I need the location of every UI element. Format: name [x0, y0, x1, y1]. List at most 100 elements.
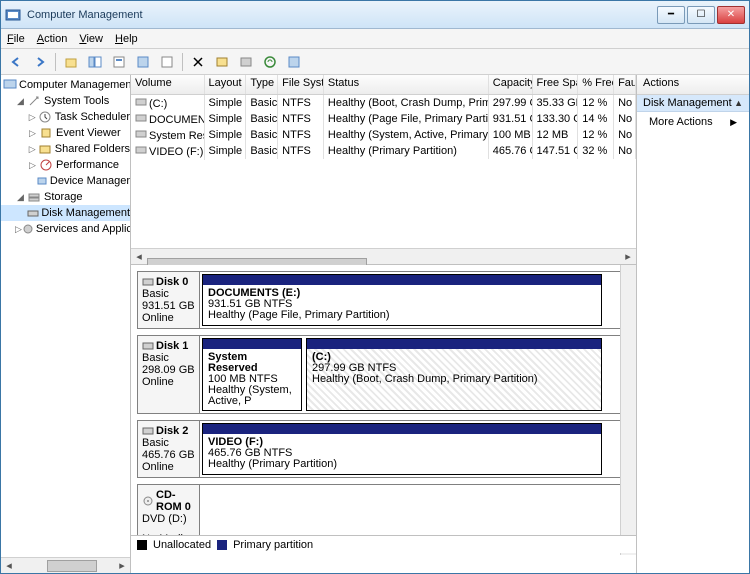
disk-info: Disk 1Basic298.09 GBOnline — [138, 336, 200, 413]
expand-icon[interactable]: ▷ — [15, 224, 22, 235]
tree-device-manager[interactable]: Device Manager — [1, 173, 130, 189]
collapse-icon[interactable]: ◢ — [15, 192, 26, 203]
up-button[interactable] — [60, 51, 82, 73]
tree-root[interactable]: Computer Management (Local — [1, 77, 130, 93]
action4-button[interactable] — [283, 51, 305, 73]
partition[interactable]: VIDEO (F:)465.76 GB NTFSHealthy (Primary… — [202, 423, 602, 475]
tree-services-apps[interactable]: ▷Services and Applications — [1, 221, 130, 237]
partition-bar — [203, 424, 601, 434]
menu-action[interactable]: Action — [37, 33, 68, 45]
legend-primary-swatch — [217, 540, 227, 550]
export-button[interactable] — [156, 51, 178, 73]
volume-row[interactable]: System ReservedSimpleBasicNTFSHealthy (S… — [131, 127, 636, 143]
tree-storage[interactable]: ◢Storage — [1, 189, 130, 205]
col-pctfree[interactable]: % Free — [578, 75, 614, 94]
col-volume[interactable]: Volume — [131, 75, 205, 94]
volume-list: Volume Layout Type File System Status Ca… — [131, 75, 636, 265]
disk-row[interactable]: Disk 2Basic465.76 GBOnlineVIDEO (F:)465.… — [137, 420, 630, 478]
partition[interactable]: System Reserved100 MB NTFSHealthy (Syste… — [202, 338, 302, 411]
tree-system-tools[interactable]: ◢ System Tools — [1, 93, 130, 109]
partition[interactable]: DOCUMENTS (E:)931.51 GB NTFSHealthy (Pag… — [202, 274, 602, 326]
col-filesystem[interactable]: File System — [278, 75, 324, 94]
disk-partitions: VIDEO (F:)465.76 GB NTFSHealthy (Primary… — [200, 421, 629, 477]
col-capacity[interactable]: Capacity — [489, 75, 533, 94]
app-icon — [5, 7, 21, 23]
tools-icon — [26, 94, 42, 108]
disk-icon — [142, 277, 154, 287]
tree-event-viewer[interactable]: ▷Event Viewer — [1, 125, 130, 141]
partition-bar — [307, 339, 601, 349]
disk-legend: Unallocated Primary partition — [131, 535, 636, 553]
col-fault[interactable]: Faul — [614, 75, 636, 94]
menubar: File Action View Help — [1, 29, 749, 49]
legend-unallocated-swatch — [137, 540, 147, 550]
cdrom-icon — [142, 496, 154, 506]
services-icon — [22, 222, 34, 236]
actions-group-disk-management[interactable]: Disk Management ▲ — [637, 95, 749, 112]
col-status[interactable]: Status — [324, 75, 489, 94]
volume-icon — [135, 145, 149, 155]
disk-icon — [142, 426, 154, 436]
tree-task-scheduler[interactable]: ▷Task Scheduler — [1, 109, 130, 125]
expand-icon[interactable]: ▷ — [27, 144, 38, 155]
clock-icon — [38, 110, 53, 124]
folder-icon — [38, 142, 53, 156]
volume-icon — [135, 97, 149, 107]
menu-view[interactable]: View — [79, 33, 103, 45]
volume-row[interactable]: DOCUMENTS (E:)SimpleBasicNTFSHealthy (Pa… — [131, 111, 636, 127]
forward-button[interactable] — [29, 51, 51, 73]
tree-shared-folders[interactable]: ▷Shared Folders — [1, 141, 130, 157]
action2-button[interactable] — [235, 51, 257, 73]
tree-hscroll[interactable]: ◂▸ — [1, 557, 130, 573]
minimize-button[interactable]: ━ — [657, 6, 685, 24]
col-freespace[interactable]: Free Space — [533, 75, 579, 94]
volume-row[interactable]: VIDEO (F:)SimpleBasicNTFSHealthy (Primar… — [131, 143, 636, 159]
disk-icon — [142, 341, 154, 351]
col-layout[interactable]: Layout — [205, 75, 247, 94]
refresh-button[interactable] — [132, 51, 154, 73]
menu-file[interactable]: File — [7, 33, 25, 45]
volume-icon — [135, 129, 149, 139]
disk-info: Disk 0Basic931.51 GBOnline — [138, 272, 200, 328]
content-pane: Volume Layout Type File System Status Ca… — [131, 75, 637, 573]
action1-button[interactable] — [211, 51, 233, 73]
legend-primary-label: Primary partition — [233, 539, 313, 551]
expand-icon[interactable]: ▷ — [27, 112, 38, 123]
expand-icon[interactable]: ▷ — [27, 128, 38, 139]
show-tree-button[interactable] — [84, 51, 106, 73]
delete-button[interactable] — [187, 51, 209, 73]
back-button[interactable] — [5, 51, 27, 73]
volume-icon — [135, 113, 149, 123]
partition-bar — [203, 339, 301, 349]
action3-button[interactable] — [259, 51, 281, 73]
partition[interactable]: (C:)297.99 GB NTFSHealthy (Boot, Crash D… — [306, 338, 602, 411]
close-button[interactable]: ✕ — [717, 6, 745, 24]
tree-performance[interactable]: ▷Performance — [1, 157, 130, 173]
actions-pane: Actions Disk Management ▲ More Actions ▶ — [637, 75, 749, 573]
disk-info: Disk 2Basic465.76 GBOnline — [138, 421, 200, 477]
maximize-button[interactable]: ☐ — [687, 6, 715, 24]
menu-help[interactable]: Help — [115, 33, 138, 45]
volume-row[interactable]: (C:)SimpleBasicNTFSHealthy (Boot, Crash … — [131, 95, 636, 111]
col-type[interactable]: Type — [246, 75, 278, 94]
action-more-actions[interactable]: More Actions ▶ — [637, 112, 749, 132]
titlebar[interactable]: Computer Management ━ ☐ ✕ — [1, 1, 749, 29]
disk-vscroll[interactable] — [620, 265, 636, 555]
toolbar — [1, 49, 749, 75]
disk-graphical-view: Disk 0Basic931.51 GBOnlineDOCUMENTS (E:)… — [131, 265, 636, 573]
tree-disk-management[interactable]: Disk Management — [1, 205, 130, 221]
disk-row[interactable]: Disk 1Basic298.09 GBOnlineSystem Reserve… — [137, 335, 630, 414]
properties-button[interactable] — [108, 51, 130, 73]
expand-icon[interactable]: ▷ — [27, 160, 38, 171]
disk-partitions: System Reserved100 MB NTFSHealthy (Syste… — [200, 336, 629, 413]
collapse-icon[interactable]: ▲ — [734, 98, 743, 108]
disk-row[interactable]: Disk 0Basic931.51 GBOnlineDOCUMENTS (E:)… — [137, 271, 630, 329]
disk-icon — [27, 206, 39, 220]
collapse-icon[interactable]: ◢ — [15, 96, 26, 107]
storage-icon — [26, 190, 42, 204]
volume-list-header[interactable]: Volume Layout Type File System Status Ca… — [131, 75, 636, 95]
device-icon — [36, 174, 48, 188]
chevron-right-icon: ▶ — [730, 117, 737, 128]
disk-partitions: DOCUMENTS (E:)931.51 GB NTFSHealthy (Pag… — [200, 272, 629, 328]
volume-hscroll[interactable]: ◂▸ — [131, 248, 636, 264]
